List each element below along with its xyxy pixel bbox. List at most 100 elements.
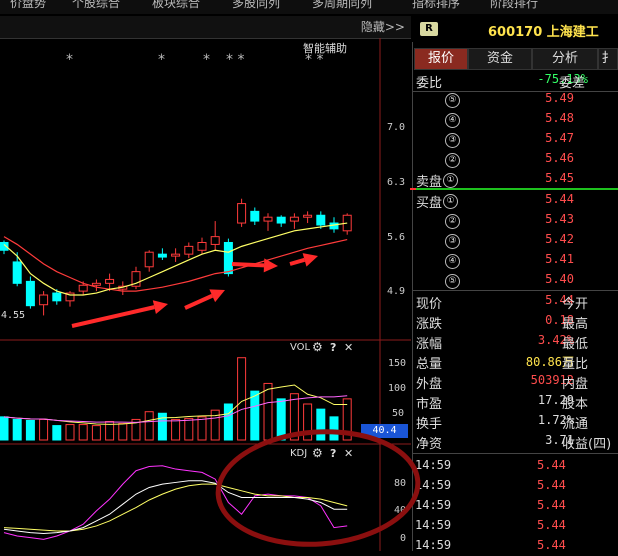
candle-body [263,216,273,222]
candle-body [105,278,115,284]
signal-star: * [203,52,210,68]
tick-row: 14:59 5.44 [413,476,618,496]
divider [413,290,618,291]
menu-item-1[interactable]: 个股综合 [72,0,120,11]
candle-body [276,216,286,224]
gear-icon[interactable]: ⚙ [312,340,323,354]
menu-item-3[interactable]: 多股同列 [232,0,280,11]
buy-level-row[interactable]: ④ 5.41 [413,251,618,271]
stat-row: 涨幅 3.42% 最低 [413,332,618,352]
candle-body [25,280,35,307]
tick-price: 5.44 [537,538,566,552]
volume-bar [12,418,22,441]
weibi-row: 委比 -75.13% 委差 [413,71,618,92]
candle-body [250,210,260,222]
stat-label: 涨幅 [416,337,443,352]
candle-body [12,261,22,284]
volume-bar [118,423,128,441]
r-badge: R [420,22,438,36]
candle-body [52,292,62,302]
spread-line [413,188,618,190]
vol-indicator-label[interactable]: VOL [290,342,310,353]
stat-row: 总量 80.86万 量比 [413,352,618,372]
volume-bar [171,418,181,441]
signal-star: * [66,52,73,68]
divider [413,453,618,454]
candle-body [197,241,207,251]
stat-row: 现价 5.44 今开 [413,292,618,312]
tick-row: 14:59 5.44 [413,516,618,536]
menu-item-4[interactable]: 多周期同列 [312,0,372,11]
candle-body [316,214,326,226]
stat-row: 涨跌 0.18 最高 [413,312,618,332]
annotation-arrow-head [302,253,318,267]
low-price-label: 4.55 [1,310,26,321]
volume-bar [52,425,62,441]
annotation-arrow-shaft [71,305,155,328]
tick-row: 14:59 5.44 [413,496,618,516]
sell-level-row[interactable]: ③ 5.47 [413,130,618,150]
stat-label-right: 最低 [562,337,589,352]
volume-bar [197,416,207,441]
volume-bar [65,424,75,441]
candle-body [144,251,154,268]
stat-row: 换手 1.72% 流通 [413,412,618,432]
candle-body [210,236,220,245]
level-number: ⑤ [445,93,460,108]
buy-label: 买盘 [416,196,443,211]
hide-button[interactable]: 隐藏>> [361,18,405,35]
volume-bar [25,419,35,441]
volume-bar [144,411,154,441]
sell-price: 5.49 [545,91,574,105]
menu-item-6[interactable]: 阶段排行 [490,0,538,11]
price-axis-label: 7.0 [387,122,406,133]
tab-analysis[interactable]: 分析 [532,48,598,70]
volume-bar [91,425,101,441]
stock-title: 600170 上海建工 [488,25,599,40]
candle-body [184,245,194,255]
buy-level-row[interactable]: ② 5.43 [413,211,618,231]
stat-label-right: 今开 [562,297,589,312]
buy-price: 5.42 [545,232,574,246]
candle-body [289,216,299,222]
buy-price: 5.43 [545,212,574,226]
tab-more[interactable]: 扌 [598,48,618,70]
tick-row: 14:59 5.44 [413,536,618,556]
menu-item-2[interactable]: 板块综合 [152,0,200,11]
buy-level-row[interactable]: ③ 5.42 [413,231,618,251]
sell-price: 5.46 [545,151,574,165]
buy-level-row[interactable]: ⑤ 5.40 [413,271,618,291]
stat-label: 总量 [416,357,443,372]
sell-level-row[interactable]: ④ 5.48 [413,110,618,130]
level-number: ① [443,194,458,209]
candle-body [39,294,49,306]
menu-item-0[interactable]: 价盘势 [10,0,46,11]
sell-price: 5.47 [545,131,574,145]
price-axis-label: 5.6 [387,232,406,243]
volume-bar [78,424,88,441]
tab-quote[interactable]: 报价 [414,48,468,70]
signal-star: * * [305,52,324,68]
stat-label-right: 最高 [562,317,589,332]
tick-price: 5.44 [537,478,566,492]
menu-item-5[interactable]: 指标排序 [412,0,460,11]
stat-row: 市盈 17.29 股本 [413,392,618,412]
stat-label-right: 内盘 [562,377,589,392]
stat-row: 外盘 503912 内盘 [413,372,618,392]
vol-axis-label: 100 [388,383,407,394]
stat-label: 涨跌 [416,317,443,332]
stat-label: 市盈 [416,397,443,412]
volume-bar [184,417,194,441]
stat-label: 现价 [416,297,443,312]
highlight-ellipse [215,429,421,547]
buy-price: 5.44 [545,192,574,206]
tab-funds[interactable]: 资金 [468,48,532,70]
buy-level-row[interactable]: 买盘 ① 5.44 [413,191,618,211]
sell-price: 5.45 [545,171,574,185]
close-icon[interactable]: ✕ [344,341,353,354]
volume-bar [0,416,9,441]
help-icon[interactable]: ? [330,341,336,354]
sell-level-row[interactable]: ② 5.46 [413,150,618,170]
sell-level-row[interactable]: 卖盘 ① 5.45 [413,170,618,190]
sell-level-row[interactable]: ⑤ 5.49 [413,90,618,110]
